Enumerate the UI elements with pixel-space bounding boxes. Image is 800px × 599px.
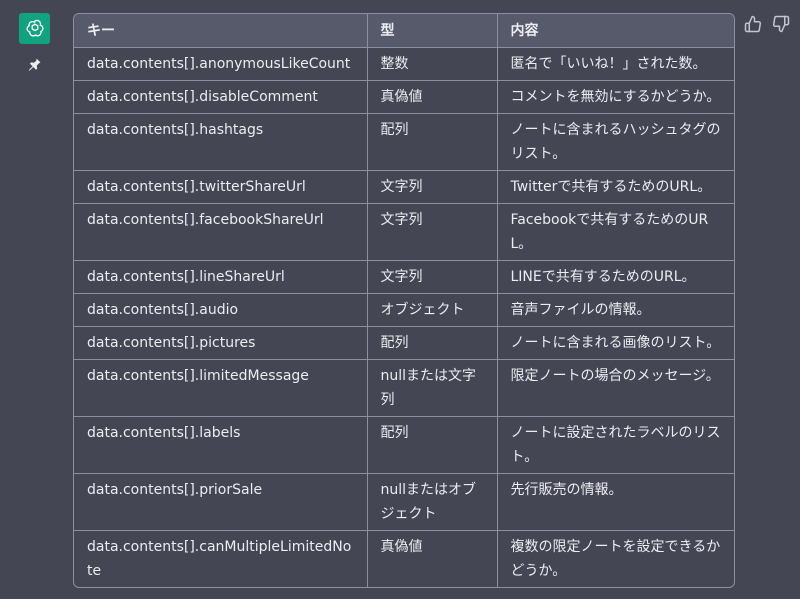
cell-type: 配列: [366, 416, 497, 474]
cell-description: LINEで共有するためのURL。: [496, 260, 734, 294]
cell-type: 文字列: [366, 260, 497, 294]
data-table: キー 型 内容 data.contents[].anonymousLikeCou…: [73, 13, 735, 588]
table-row: data.contents[].lineShareUrl 文字列 LINEで共有する…: [74, 260, 734, 294]
cell-key: data.contents[].facebookShareUrl: [74, 203, 367, 261]
cell-description: 音声ファイルの情報。: [496, 293, 734, 327]
table-row: data.contents[].disableComment 真偽値 コメントを無効…: [74, 80, 734, 114]
header-description: 内容: [496, 14, 734, 48]
cell-key: data.contents[].priorSale: [74, 473, 367, 531]
cell-type: 文字列: [366, 170, 497, 204]
cell-description: コメントを無効にするかどうか。: [496, 80, 734, 114]
cell-type: nullまたはオブジェクト: [366, 473, 497, 531]
cell-key: data.contents[].limitedMessage: [74, 359, 367, 417]
cell-description: 先行販売の情報。: [496, 473, 734, 531]
cell-description: 限定ノートの場合のメッセージ。: [496, 359, 734, 417]
openai-logo-icon: [25, 19, 44, 37]
table-row: data.contents[].hashtags 配列 ノートに含まれるハッシュタグ…: [74, 113, 734, 171]
cell-description: 匿名で「いいね！」された数。: [496, 47, 734, 81]
table-row: data.contents[].labels 配列 ノートに設定されたラベルのリスト…: [74, 416, 734, 474]
table-row: data.contents[].canMultipleLimitedNote 真偽…: [74, 530, 734, 587]
pin-icon[interactable]: [26, 57, 42, 73]
table-row: data.contents[].audio オブジェクト 音声ファイルの情報。: [74, 293, 734, 327]
assistant-avatar: [19, 13, 50, 44]
cell-type: 配列: [366, 326, 497, 360]
cell-description: Twitterで共有するためのURL。: [496, 170, 734, 204]
cell-type: 真偽値: [366, 530, 497, 587]
cell-key: data.contents[].lineShareUrl: [74, 260, 367, 294]
table-row: data.contents[].facebookShareUrl 文字列 Faceb…: [74, 203, 734, 261]
cell-key: data.contents[].disableComment: [74, 80, 367, 114]
header-key: キー: [74, 14, 367, 48]
cell-type: 真偽値: [366, 80, 497, 114]
cell-description: ノートに含まれる画像のリスト。: [496, 326, 734, 360]
cell-key: data.contents[].anonymousLikeCount: [74, 47, 367, 81]
cell-description: 複数の限定ノートを設定できるかどうか。: [496, 530, 734, 587]
cell-key: data.contents[].pictures: [74, 326, 367, 360]
cell-key: data.contents[].hashtags: [74, 113, 367, 171]
thumbs-down-icon[interactable]: [772, 15, 790, 33]
cell-key: data.contents[].twitterShareUrl: [74, 170, 367, 204]
cell-type: 文字列: [366, 203, 497, 261]
thumbs-up-icon[interactable]: [744, 15, 762, 33]
cell-key: data.contents[].audio: [74, 293, 367, 327]
table-row: data.contents[].limitedMessage nullまたは文字列…: [74, 359, 734, 417]
header-type: 型: [366, 14, 497, 48]
cell-description: ノートに設定されたラベルのリスト。: [496, 416, 734, 474]
cell-type: 配列: [366, 113, 497, 171]
table-row: data.contents[].twitterShareUrl 文字列 Twitte…: [74, 170, 734, 204]
cell-key: data.contents[].canMultipleLimitedNote: [74, 530, 367, 587]
table-row: data.contents[].priorSale nullまたはオブジェクト 先行…: [74, 473, 734, 531]
cell-description: Facebookで共有するためのURL。: [496, 203, 734, 261]
cell-type: nullまたは文字列: [366, 359, 497, 417]
cell-type: 整数: [366, 47, 497, 81]
cell-description: ノートに含まれるハッシュタグのリスト。: [496, 113, 734, 171]
table-row: data.contents[].pictures 配列 ノートに含まれる画像のリスト…: [74, 326, 734, 360]
chat-message: キー 型 内容 data.contents[].anonymousLikeCou…: [0, 0, 800, 599]
table-row: data.contents[].anonymousLikeCount 整数 匿名で「…: [74, 47, 734, 81]
cell-type: オブジェクト: [366, 293, 497, 327]
cell-key: data.contents[].labels: [74, 416, 367, 474]
table-header-row: キー 型 内容: [74, 14, 734, 48]
